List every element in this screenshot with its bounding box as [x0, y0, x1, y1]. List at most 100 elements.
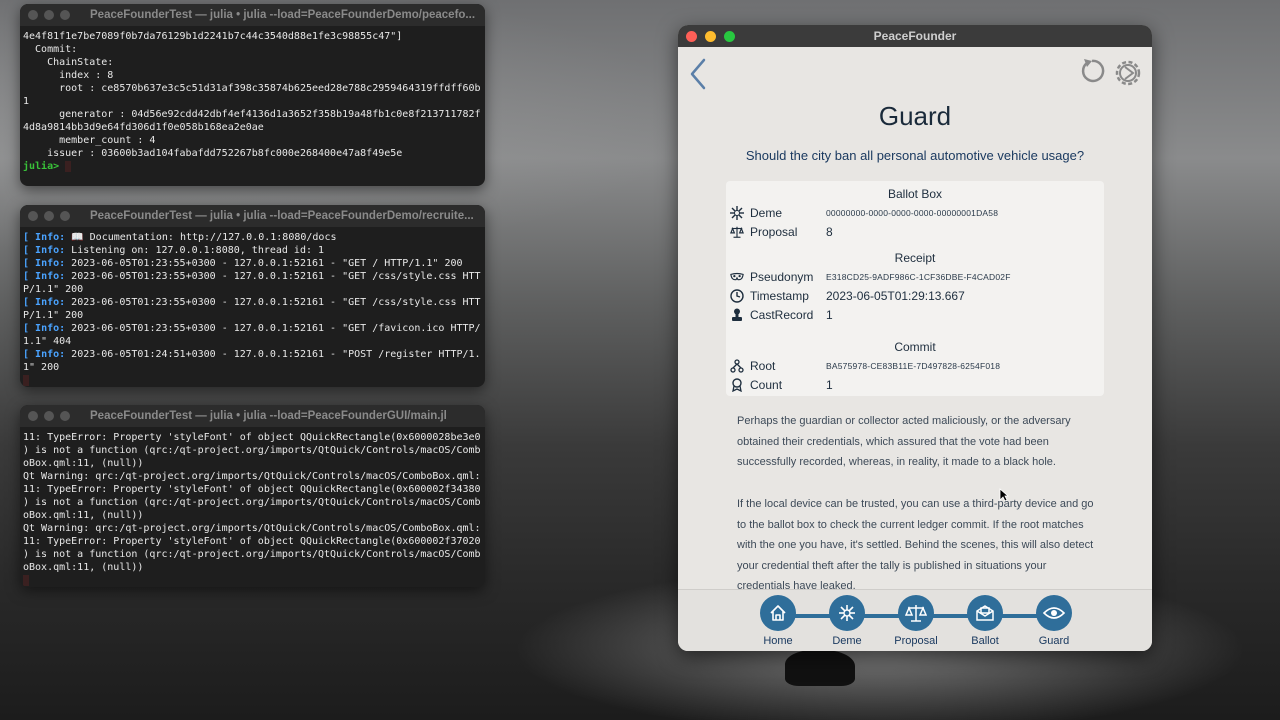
close-button[interactable] — [28, 411, 38, 421]
refresh-button[interactable] — [1078, 57, 1106, 94]
terminal-line: oBox.qml:11, (null)) — [23, 458, 144, 469]
explanation-paragraph: If the local device can be trusted, you … — [737, 498, 1094, 592]
bottom-navigation: Home Deme Proposal Ballot Guard — [678, 589, 1152, 651]
settings-button[interactable] — [1112, 57, 1144, 94]
peacefounder-window[interactable]: PeaceFounder Guard Should the city ban a… — [678, 25, 1152, 651]
receipt-heading: Receipt — [894, 251, 936, 265]
info-tag: Info: — [35, 271, 66, 282]
minimize-button[interactable] — [44, 211, 54, 221]
scales-icon — [730, 225, 744, 239]
nav-deme-button[interactable] — [829, 595, 865, 631]
terminal-window-gui[interactable]: PeaceFounderTest — julia • julia --load=… — [20, 405, 485, 587]
zoom-button[interactable] — [60, 10, 70, 20]
timestamp-row: Timestamp 2023-06-05T01:29:13.667 — [730, 289, 965, 303]
root-label: Root — [750, 359, 776, 373]
terminal-line: Commit: — [23, 44, 78, 55]
proposal-row: Proposal 8 — [730, 225, 833, 239]
log-line: [ Info: 2023-06-05T01:23:55+0300 - 127.0… — [23, 258, 463, 269]
pseudonym-label: Pseudonym — [750, 270, 814, 284]
log-line: [ Info: 2023-06-05T01:23:55+0300 - 127.0… — [23, 271, 481, 282]
nav-proposal-label: Proposal — [894, 635, 938, 647]
castrecord-label: CastRecord — [750, 308, 814, 322]
terminal-prompt-line[interactable]: julia> — [23, 160, 482, 173]
terminal-line: 1 — [23, 96, 30, 107]
close-button[interactable] — [28, 10, 38, 20]
terminal-line: root : ce8570b637e3c5c51d31af398c35874b6… — [23, 83, 481, 94]
nav-guard-button[interactable] — [1036, 595, 1072, 631]
log-line: [ Info: Listening on: 127.0.0.1:8080, th… — [23, 245, 325, 256]
refresh-icon — [1081, 59, 1105, 83]
deme-icon — [730, 206, 744, 220]
nav-ballot[interactable]: Ballot — [955, 595, 1015, 647]
close-button[interactable] — [28, 211, 38, 221]
nav-proposal[interactable]: Proposal — [886, 595, 946, 647]
pseudonym-value: E318CD25-9ADF986C-1CF36DBE-F4CAD02F — [826, 272, 1011, 282]
terminal-line: ) is not a function (qrc:/qt-project.org… — [23, 497, 481, 508]
root-value: BA575978-CE83B11E-7D497828-6254F018 — [826, 361, 1001, 371]
terminal-window-peacefounder[interactable]: PeaceFounderTest — julia • julia --load=… — [20, 4, 485, 186]
nav-home-button[interactable] — [760, 595, 796, 631]
zoom-button[interactable] — [60, 411, 70, 421]
log-text: 2023-06-05T01:24:51+0300 - 127.0.0.1:521… — [65, 349, 481, 360]
timestamp-value: 2023-06-05T01:29:13.667 — [826, 289, 965, 303]
count-value: 1 — [826, 378, 833, 392]
deme-label: Deme — [750, 206, 783, 220]
minimize-button[interactable] — [44, 411, 54, 421]
page-title: Guard — [878, 101, 952, 131]
log-line: P/1.1" 200 — [23, 310, 84, 321]
nav-ballot-label: Ballot — [971, 635, 999, 647]
clock-icon — [730, 289, 744, 303]
terminal-line: 4e4f81f1e7be7089f0b7da76129b1d2241b7c44c… — [23, 31, 403, 42]
terminal-prompt-line[interactable] — [23, 374, 482, 387]
terminal-output[interactable]: [ Info: 📖 Documentation: http://127.0.0.… — [20, 227, 485, 387]
log-line: 1" 200 — [23, 362, 60, 373]
app-titlebar[interactable]: PeaceFounder — [678, 25, 1152, 47]
nav-home[interactable]: Home — [748, 595, 808, 647]
nav-ballot-button[interactable] — [967, 595, 1003, 631]
terminal-titlebar[interactable]: PeaceFounderTest — julia • julia --load=… — [20, 405, 485, 427]
deme-icon — [839, 605, 855, 621]
proposal-question: Should the city ban all personal automot… — [745, 148, 1085, 163]
terminal-prompt-line[interactable] — [23, 574, 482, 587]
terminal-line: 11: TypeError: Property 'styleFont' of o… — [23, 484, 481, 495]
award-icon — [730, 378, 744, 392]
nav-deme[interactable]: Deme — [817, 595, 877, 647]
mask-icon — [730, 270, 744, 284]
back-button[interactable] — [686, 57, 710, 90]
terminal-titlebar[interactable]: PeaceFounderTest — julia • julia --load=… — [20, 205, 485, 227]
log-line: 1.1" 404 — [23, 336, 72, 347]
nav-guard-label: Guard — [1038, 635, 1070, 647]
log-line: [ Info: 2023-06-05T01:23:55+0300 - 127.0… — [23, 323, 481, 334]
log-line: [ Info: 2023-06-05T01:23:55+0300 - 127.0… — [23, 297, 481, 308]
terminal-titlebar[interactable]: PeaceFounderTest — julia • julia --load=… — [20, 4, 485, 26]
nav-guard[interactable]: Guard — [1024, 595, 1084, 647]
castrecord-value: 1 — [826, 308, 833, 322]
gear-icon — [1115, 60, 1141, 86]
commit-heading: Commit — [894, 340, 936, 354]
info-tag: Info: — [35, 245, 66, 256]
terminal-line: member_count : 4 — [23, 135, 156, 146]
mouse-pointer-icon — [999, 488, 1009, 502]
terminal-window-recruiter[interactable]: PeaceFounderTest — julia • julia --load=… — [20, 205, 485, 387]
zoom-button[interactable] — [60, 211, 70, 221]
eye-icon — [1043, 607, 1065, 619]
text-cursor — [65, 160, 72, 172]
terminal-output[interactable]: 4e4f81f1e7be7089f0b7da76129b1d2241b7c44c… — [20, 26, 485, 177]
terminal-line: index : 8 — [23, 70, 114, 81]
nav-proposal-button[interactable] — [898, 595, 934, 631]
terminal-output[interactable]: 11: TypeError: Property 'styleFont' of o… — [20, 427, 485, 587]
terminal-line: Qt Warning: qrc:/qt-project.org/imports/… — [23, 523, 481, 534]
nav-home-label: Home — [763, 635, 793, 647]
log-line: [ Info: 2023-06-05T01:24:51+0300 - 127.0… — [23, 349, 481, 360]
info-tag: Info: — [35, 232, 66, 243]
castrecord-row: CastRecord 1 — [730, 308, 833, 322]
text-cursor — [23, 574, 29, 586]
root-row: Root BA575978-CE83B11E-7D497828-6254F018 — [730, 359, 1000, 373]
info-tag: Info: — [35, 323, 66, 334]
minimize-button[interactable] — [44, 10, 54, 20]
count-label: Count — [750, 378, 783, 392]
log-line: P/1.1" 200 — [23, 284, 84, 295]
log-text: 📖 Documentation: http://127.0.0.1:8080/d… — [65, 232, 337, 243]
info-tag: Info: — [35, 258, 66, 269]
terminal-title: PeaceFounderTest — julia • julia --load=… — [90, 210, 474, 222]
